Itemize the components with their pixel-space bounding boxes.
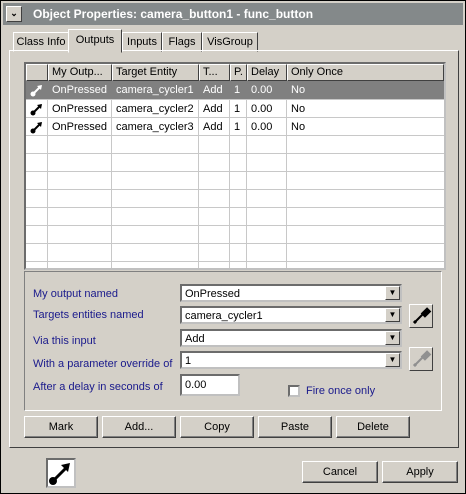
output-connection-icon xyxy=(46,458,76,488)
grid-line xyxy=(26,225,444,226)
param-combo[interactable]: 1 ▼ xyxy=(180,351,402,369)
cell-param: 1 xyxy=(234,84,241,96)
output-connection-icon xyxy=(26,81,47,99)
chevron-down-icon[interactable]: ▼ xyxy=(385,286,400,300)
tab-outputs[interactable]: Outputs xyxy=(68,29,122,53)
cell-input: Add xyxy=(203,84,223,96)
mark-button[interactable]: Mark xyxy=(24,416,98,438)
window-title: Object Properties: camera_button1 - func… xyxy=(33,7,314,21)
delay-field[interactable]: 0.00 xyxy=(180,374,240,396)
grid-line xyxy=(26,243,444,244)
table-row[interactable]: OnPressed camera_cycler1 Add 1 0.00 No xyxy=(26,81,444,99)
collapse-icon[interactable]: ⌄ xyxy=(6,6,22,22)
delete-button[interactable]: Delete xyxy=(336,416,410,438)
cell-output: OnPressed xyxy=(52,121,108,133)
tab-label: Class Info xyxy=(16,36,66,48)
grid-line xyxy=(26,171,444,172)
tab-label: Outputs xyxy=(75,34,115,46)
target-value: camera_cycler1 xyxy=(185,310,263,322)
cell-delay: 0.00 xyxy=(251,103,273,115)
target-combo[interactable]: camera_cycler1 ▼ xyxy=(180,306,402,324)
output-combo[interactable]: OnPressed ▼ xyxy=(180,284,402,302)
cell-output: OnPressed xyxy=(52,84,108,96)
paste-button[interactable]: Paste xyxy=(258,416,332,438)
cancel-button[interactable]: Cancel xyxy=(302,461,378,483)
cell-param: 1 xyxy=(234,103,241,115)
cell-only-once: No xyxy=(291,84,306,96)
cell-input: Add xyxy=(203,121,223,133)
cell-delay: 0.00 xyxy=(251,84,273,96)
delay-label: After a delay in seconds of xyxy=(33,381,163,393)
eyedropper-icon xyxy=(412,307,432,325)
add-button[interactable]: Add... xyxy=(102,416,176,438)
tab-visgroup[interactable]: VisGroup xyxy=(202,32,258,52)
grid-line xyxy=(26,153,444,154)
tab-inputs[interactable]: Inputs xyxy=(122,32,162,52)
cell-target: camera_cycler2 xyxy=(116,103,194,115)
column-header-parameter[interactable]: P. xyxy=(230,64,247,81)
input-combo[interactable]: Add ▼ xyxy=(180,329,402,347)
tab-label: VisGroup xyxy=(207,36,253,48)
table-row[interactable]: OnPressed camera_cycler3 Add 1 0.00 No xyxy=(26,118,444,136)
tab-flags[interactable]: Flags xyxy=(162,32,202,52)
chevron-down-icon[interactable]: ▼ xyxy=(385,331,400,345)
output-value: OnPressed xyxy=(185,288,241,300)
cell-param: 1 xyxy=(234,121,241,133)
column-header-only-once[interactable]: Only Once xyxy=(287,64,444,81)
input-label: Via this input xyxy=(33,335,96,347)
cell-delay: 0.00 xyxy=(251,121,273,133)
title-bar[interactable]: ⌄ Object Properties: camera_button1 - fu… xyxy=(3,3,463,25)
output-label: My output named xyxy=(33,288,118,300)
cell-only-once: No xyxy=(291,121,306,133)
fire-once-checkbox[interactable] xyxy=(288,385,300,397)
cell-target: camera_cycler1 xyxy=(116,84,194,96)
copy-button[interactable]: Copy xyxy=(180,416,254,438)
cell-only-once: No xyxy=(291,103,306,115)
grid-line xyxy=(26,261,444,262)
cell-output: OnPressed xyxy=(52,103,108,115)
cell-target: camera_cycler3 xyxy=(116,121,194,133)
delay-value: 0.00 xyxy=(185,379,207,391)
outputs-list[interactable]: My Outp... Target Entity T... P. Delay O… xyxy=(24,62,446,270)
param-eyedropper-button xyxy=(409,347,433,371)
column-header-target-entity[interactable]: Target Entity xyxy=(112,64,199,81)
cell-input: Add xyxy=(203,103,223,115)
chevron-down-icon[interactable]: ▼ xyxy=(385,353,400,367)
input-value: Add xyxy=(185,333,205,345)
chevron-down-icon[interactable]: ▼ xyxy=(385,308,400,322)
output-connection-icon xyxy=(26,118,47,136)
column-header-my-output[interactable]: My Outp... xyxy=(48,64,112,81)
grid-line xyxy=(26,189,444,190)
param-label: With a parameter override of xyxy=(33,358,173,370)
param-value: 1 xyxy=(185,355,192,367)
apply-button[interactable]: Apply xyxy=(382,461,458,483)
column-header-icon[interactable] xyxy=(26,64,48,81)
table-row[interactable]: OnPressed camera_cycler2 Add 1 0.00 No xyxy=(26,100,444,118)
column-header-delay[interactable]: Delay xyxy=(247,64,287,81)
target-label: Targets entities named xyxy=(33,309,144,321)
tab-label: Inputs xyxy=(127,36,157,48)
tab-label: Flags xyxy=(168,36,196,48)
eyedropper-button[interactable] xyxy=(409,304,433,328)
fire-once-label: Fire once only xyxy=(306,385,376,397)
eyedropper-icon xyxy=(412,350,432,368)
tab-class-info[interactable]: Class Info xyxy=(13,32,69,52)
grid-line xyxy=(26,207,444,208)
output-connection-icon xyxy=(26,100,47,118)
column-header-target-input[interactable]: T... xyxy=(199,64,230,81)
list-header: My Outp... Target Entity T... P. Delay O… xyxy=(26,64,444,81)
